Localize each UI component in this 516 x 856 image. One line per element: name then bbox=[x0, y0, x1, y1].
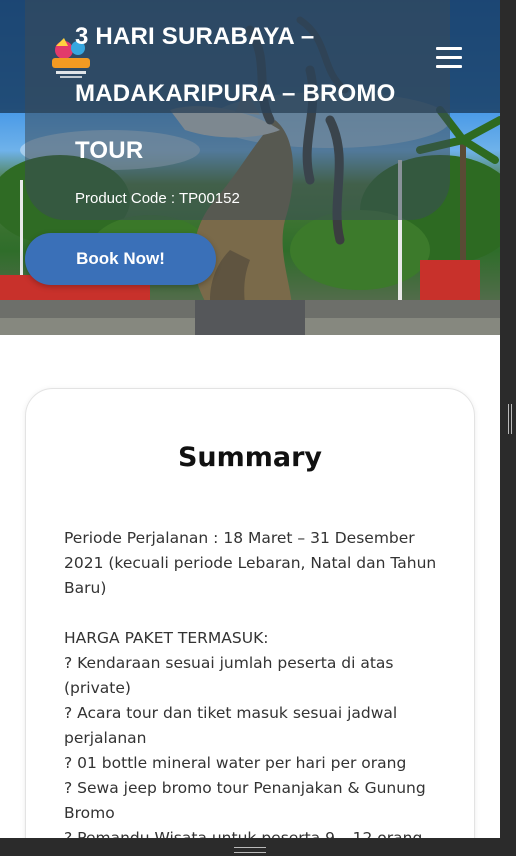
product-code: Product Code : TP00152 bbox=[75, 190, 240, 207]
menu-line bbox=[436, 65, 462, 68]
hamburger-menu-icon[interactable] bbox=[436, 47, 462, 71]
resize-grip-icon[interactable] bbox=[234, 847, 266, 853]
page-viewport: 3 HARI SURABAYA – MADAKARIPURA – BROMO T… bbox=[0, 0, 500, 838]
summary-heading: Summary bbox=[177, 442, 323, 473]
scroll-grip-icon[interactable] bbox=[508, 404, 512, 434]
menu-line bbox=[436, 56, 462, 59]
summary-body: Periode Perjalanan : 18 Maret – 31 Desem… bbox=[64, 529, 437, 838]
menu-line bbox=[436, 47, 462, 50]
book-now-button[interactable]: Book Now! bbox=[25, 233, 216, 285]
tour-title: 3 HARI SURABAYA – MADAKARIPURA – BROMO T… bbox=[75, 23, 396, 164]
